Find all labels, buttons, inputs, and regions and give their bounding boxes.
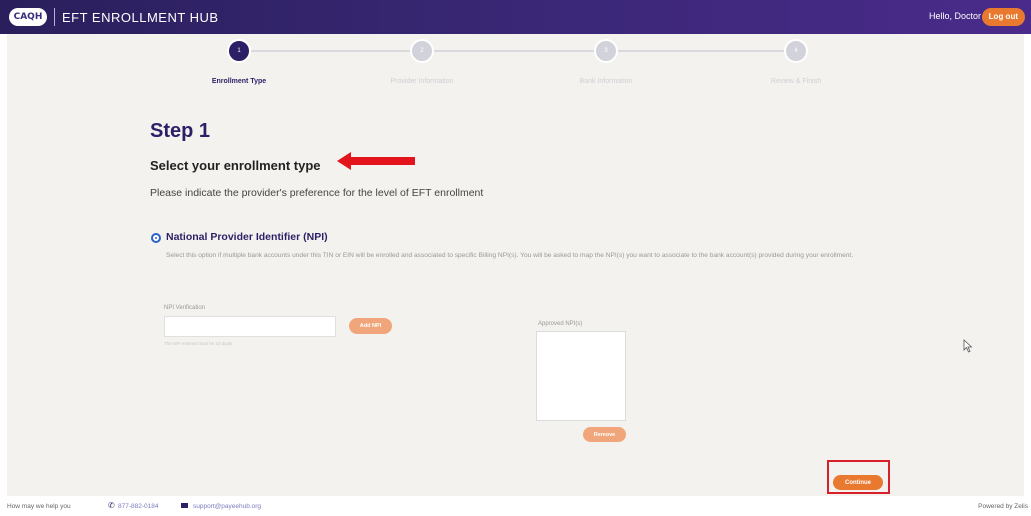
main-content: 1 2 3 4 Enrollment Type Provider Informa… <box>7 34 1024 496</box>
npi-option-label[interactable]: National Provider Identifier (NPI) <box>166 231 328 243</box>
header-bar: CAQH EFT ENROLLMENT HUB Hello, Doctor Lo… <box>0 0 1031 34</box>
section-description: Please indicate the provider's preferenc… <box>150 187 484 199</box>
app-title: EFT ENROLLMENT HUB <box>62 9 219 25</box>
phone-icon: ✆ <box>108 501 115 510</box>
email-link[interactable]: support@payeehub.org <box>193 503 261 510</box>
npi-option-description: Select this option if multiple bank acco… <box>166 252 854 259</box>
logo: CAQH <box>9 8 47 26</box>
red-arrow-icon <box>337 152 415 170</box>
header-divider <box>54 8 55 26</box>
continue-button[interactable]: Continue <box>833 475 883 490</box>
mouse-cursor-icon <box>963 339 973 353</box>
step-4-label: Review & Finish <box>770 78 822 85</box>
mail-icon <box>181 503 188 508</box>
npi-verification-label: NPI Verification <box>164 305 206 311</box>
logout-button[interactable]: Log out <box>981 8 1025 26</box>
help-text: How may we help you <box>7 503 71 510</box>
step-2-indicator: 2 <box>410 39 434 63</box>
step-1-indicator: 1 <box>227 39 251 63</box>
approved-npis-label: Approved NPI(s) <box>538 321 583 327</box>
step-3-indicator: 3 <box>594 39 618 63</box>
page: CAQH EFT ENROLLMENT HUB Hello, Doctor Lo… <box>0 0 1031 516</box>
step-title: Step 1 <box>150 120 211 142</box>
add-npi-button[interactable]: Add NPI <box>349 318 392 334</box>
npi-option-radio[interactable] <box>151 233 161 243</box>
footer: How may we help you ✆ 877-882-0184 suppo… <box>0 496 1031 516</box>
step-2-label: Provider Information <box>390 78 454 85</box>
user-greeting: Hello, Doctor <box>928 11 981 21</box>
phone-link[interactable]: 877-882-0184 <box>118 503 158 510</box>
step-1-label: Enrollment Type <box>211 78 267 85</box>
powered-by-text: Powered by Zelis <box>978 503 1028 510</box>
stepper-track <box>233 50 803 52</box>
step-3-label: Bank Information <box>579 78 633 85</box>
npi-hint: The NPI entered must be 10 digits <box>164 341 233 346</box>
npi-verification-input[interactable] <box>164 316 336 337</box>
remove-npi-button[interactable]: Remove <box>583 427 626 442</box>
step-4-indicator: 4 <box>784 39 808 63</box>
section-title: Select your enrollment type <box>150 158 321 173</box>
approved-npis-list[interactable] <box>536 331 626 421</box>
